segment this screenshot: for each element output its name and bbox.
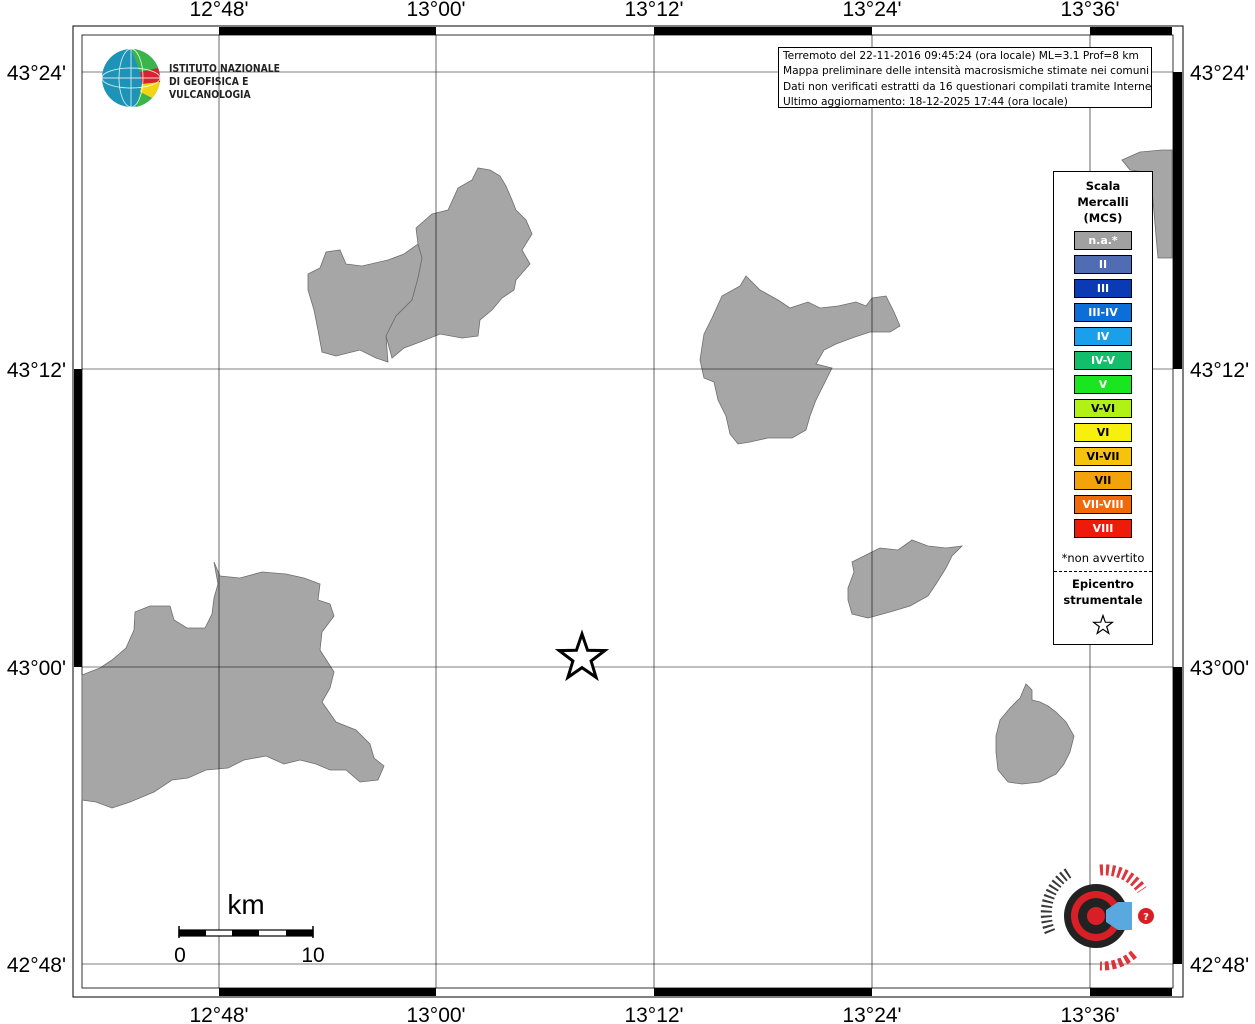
ingv-logo-line2: DI GEOFISICA E VULCANOLOGIA bbox=[169, 76, 251, 101]
legend-epicenter-line: strumentale bbox=[1063, 593, 1143, 607]
land-area-south-east bbox=[995, 683, 1075, 785]
scale-bar-unit: km bbox=[227, 889, 264, 920]
legend-item: III bbox=[1074, 279, 1132, 298]
legend-item: IV-V bbox=[1074, 351, 1132, 370]
lat-label: 43°00' bbox=[7, 657, 66, 680]
land-area-north-east bbox=[699, 275, 901, 445]
legend-star-icon bbox=[1054, 613, 1152, 640]
legend-separator bbox=[1054, 571, 1152, 572]
legend-item: III-IV bbox=[1074, 303, 1132, 322]
ingv-globe-icon bbox=[101, 48, 161, 108]
lat-label: 43°12' bbox=[1190, 359, 1249, 382]
lat-label: 42°48' bbox=[1190, 954, 1249, 977]
event-info-box: Terremoto del 22-11-2016 09:45:24 (ora l… bbox=[778, 47, 1152, 108]
frame-bars bbox=[74, 27, 1182, 996]
lat-label: 43°12' bbox=[7, 359, 66, 382]
ingv-logo-line1: ISTITUTO NAZIONALE bbox=[169, 63, 280, 75]
ingv-logo-text: ISTITUTO NAZIONALE DI GEOFISICA E VULCAN… bbox=[169, 63, 302, 102]
legend-epicenter-label: Epicentro strumentale bbox=[1054, 576, 1152, 608]
legend-item: VI-VII bbox=[1074, 447, 1132, 466]
lon-label: 13°36' bbox=[1060, 1004, 1119, 1024]
legend-item: n.a.* bbox=[1074, 231, 1132, 250]
event-info-line: Terremoto del 22-11-2016 09:45:24 (ora l… bbox=[783, 50, 1139, 62]
hai-sentito-logo-icon: ? bbox=[1040, 864, 1154, 971]
scale-bar: km 0 10 bbox=[174, 889, 325, 967]
legend-title-line: Scala bbox=[1085, 179, 1121, 193]
longitude-labels-top: 12°48' 13°00' 13°12' 13°24' 13°36' bbox=[189, 0, 1119, 21]
latitude-labels-right: 43°24' 43°12' 43°00' 42°48' bbox=[1190, 62, 1249, 977]
lon-label: 12°48' bbox=[189, 0, 248, 21]
legend-title-line: Mercalli bbox=[1077, 195, 1129, 209]
graticule bbox=[82, 35, 1173, 988]
legend-title-line: (MCS) bbox=[1083, 211, 1123, 225]
legend-item: IV bbox=[1074, 327, 1132, 346]
lat-label: 43°24' bbox=[7, 62, 66, 85]
legend-item: II bbox=[1074, 255, 1132, 274]
legend-item: VIII bbox=[1074, 519, 1132, 538]
scale-bar-start: 0 bbox=[174, 944, 186, 967]
event-info-line: Dati non verificati estratti da 16 quest… bbox=[783, 80, 1152, 93]
legend-item: VII-VIII bbox=[1074, 495, 1132, 514]
latitude-labels-left: 43°24' 43°12' 43°00' 42°48' bbox=[7, 62, 66, 977]
epicenter-star-icon bbox=[554, 629, 610, 682]
ingv-logo: ISTITUTO NAZIONALE DI GEOFISICA E VULCAN… bbox=[100, 46, 320, 110]
svg-text:?: ? bbox=[1143, 912, 1149, 923]
lon-label: 12°48' bbox=[189, 1004, 248, 1024]
land-area-east-small bbox=[847, 539, 964, 619]
lon-label: 13°00' bbox=[406, 0, 465, 21]
plot-border bbox=[81, 34, 1174, 989]
legend-note: *non avvertito bbox=[1061, 551, 1145, 565]
map-frame bbox=[72, 25, 1184, 998]
lat-label: 43°00' bbox=[1190, 657, 1249, 680]
legend-item: VI bbox=[1074, 423, 1132, 442]
land-areas bbox=[81, 149, 1173, 809]
event-info-line: Mappa preliminare delle intensità macros… bbox=[783, 65, 1150, 78]
scale-bar-end: 10 bbox=[301, 944, 324, 967]
lat-label: 43°24' bbox=[1190, 62, 1249, 85]
land-area-left bbox=[81, 561, 385, 809]
legend-item: V bbox=[1074, 375, 1132, 394]
legend-items: n.a.* II III III-IV IV IV-V V V-VI VI VI-VII VII VI… bbox=[1054, 231, 1152, 538]
lon-label: 13°12' bbox=[624, 0, 683, 21]
event-info-line: Ultimo aggiornamento: 18-12-2025 17:44 (… bbox=[783, 96, 1068, 108]
lon-label: 13°00' bbox=[406, 1004, 465, 1024]
intensity-legend: Scala Mercalli (MCS) n.a.* II III III-IV IV I… bbox=[1053, 171, 1153, 645]
legend-item: V-VI bbox=[1074, 399, 1132, 418]
hai-sentito-logo: ? bbox=[1030, 862, 1160, 982]
longitude-labels-bottom: 12°48' 13°00' 13°12' 13°24' 13°36' bbox=[189, 1004, 1119, 1024]
lon-label: 13°24' bbox=[842, 0, 901, 21]
legend-epicenter-line: Epicentro bbox=[1072, 577, 1134, 591]
lon-label: 13°12' bbox=[624, 1004, 683, 1024]
legend-item: VII bbox=[1074, 471, 1132, 490]
lon-label: 13°24' bbox=[842, 1004, 901, 1024]
legend-title: Scala Mercalli (MCS) bbox=[1054, 178, 1152, 226]
lat-label: 42°48' bbox=[7, 954, 66, 977]
lon-label: 13°36' bbox=[1060, 0, 1119, 21]
